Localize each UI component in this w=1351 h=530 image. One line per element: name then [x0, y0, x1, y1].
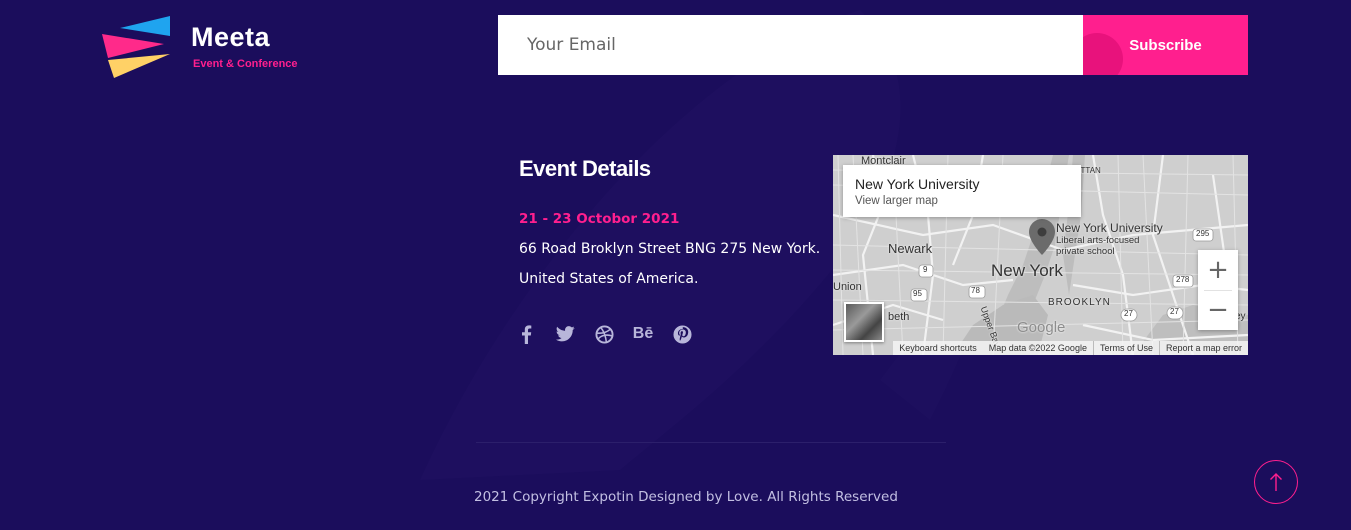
map-label-brooklyn: BROOKLYN	[1048, 297, 1111, 308]
scroll-to-top-button[interactable]	[1254, 460, 1298, 504]
event-country: United States of America.	[519, 271, 699, 287]
zoom-out-button[interactable]: −	[1198, 290, 1238, 330]
facebook-icon[interactable]	[516, 323, 536, 345]
map-data-attribution: Map data ©2022 Google	[982, 341, 1093, 355]
report-map-error-link[interactable]: Report a map error	[1158, 341, 1248, 355]
map-label-new-york: New York	[991, 261, 1063, 280]
route-27b-label: 27	[1170, 307, 1179, 316]
map-label-newark: Newark	[888, 241, 933, 256]
behance-icon[interactable]: Bē	[633, 323, 653, 345]
location-map[interactable]: Montclair Newark New York New York Unive…	[833, 155, 1248, 355]
social-links: Bē	[516, 323, 711, 345]
subscribe-form: Subscribe	[498, 15, 1248, 75]
subscribe-button-label: Subscribe	[1129, 36, 1202, 54]
brand-logo[interactable]: Meeta Event & Conference	[100, 14, 330, 80]
copyright-text: 2021 Copyright Expotin Designed by Love.…	[474, 489, 898, 505]
satellite-toggle[interactable]	[844, 302, 884, 342]
logo-mark-icon	[102, 16, 170, 78]
map-attribution-bar: Keyboard shortcuts Map data ©2022 Google…	[833, 341, 1248, 355]
map-label-nyu-desc-1: Liberal arts-focused	[1056, 235, 1140, 246]
behance-glyph: Bē	[632, 325, 654, 342]
map-label-union: Union	[833, 281, 862, 293]
map-label-nyu-desc-2: private school	[1056, 246, 1115, 257]
button-decoration	[1083, 33, 1123, 75]
keyboard-shortcuts-link[interactable]: Keyboard shortcuts	[893, 341, 983, 355]
twitter-icon[interactable]	[555, 323, 575, 345]
route-95-label: 95	[913, 289, 922, 298]
arrow-up-icon	[1270, 473, 1282, 491]
map-info-card: New York University View larger map	[843, 165, 1081, 217]
event-date: 21 - 23 Octobor 2021	[519, 211, 680, 227]
view-larger-map-link[interactable]: View larger map	[855, 195, 938, 207]
map-pin-icon[interactable]	[1029, 219, 1055, 260]
map-label-elizabeth: beth	[888, 311, 910, 323]
dribbble-icon[interactable]	[594, 323, 614, 345]
map-card-title: New York University	[855, 176, 980, 192]
map-label-nyu: New York University	[1056, 221, 1163, 235]
subscribe-button[interactable]: Subscribe	[1083, 15, 1248, 75]
terms-of-use-link[interactable]: Terms of Use	[1092, 341, 1159, 355]
event-details-title: Event Details	[519, 156, 651, 181]
route-9-label: 9	[923, 265, 928, 274]
zoom-in-button[interactable]: +	[1198, 250, 1238, 290]
email-input[interactable]	[498, 15, 1083, 75]
route-27a-label: 27	[1124, 309, 1133, 318]
google-logo: Google	[1017, 319, 1066, 336]
pinterest-icon[interactable]	[672, 323, 692, 345]
brand-tagline: Event & Conference	[193, 58, 298, 70]
brand-name: Meeta	[191, 22, 271, 52]
route-78-label: 78	[971, 286, 980, 295]
footer-divider	[476, 442, 946, 443]
route-295-label: 295	[1196, 229, 1210, 238]
route-278-label: 278	[1176, 275, 1190, 284]
map-zoom-controls: + −	[1198, 250, 1238, 330]
event-address: 66 Road Broklyn Street BNG 275 New York.	[519, 241, 821, 257]
